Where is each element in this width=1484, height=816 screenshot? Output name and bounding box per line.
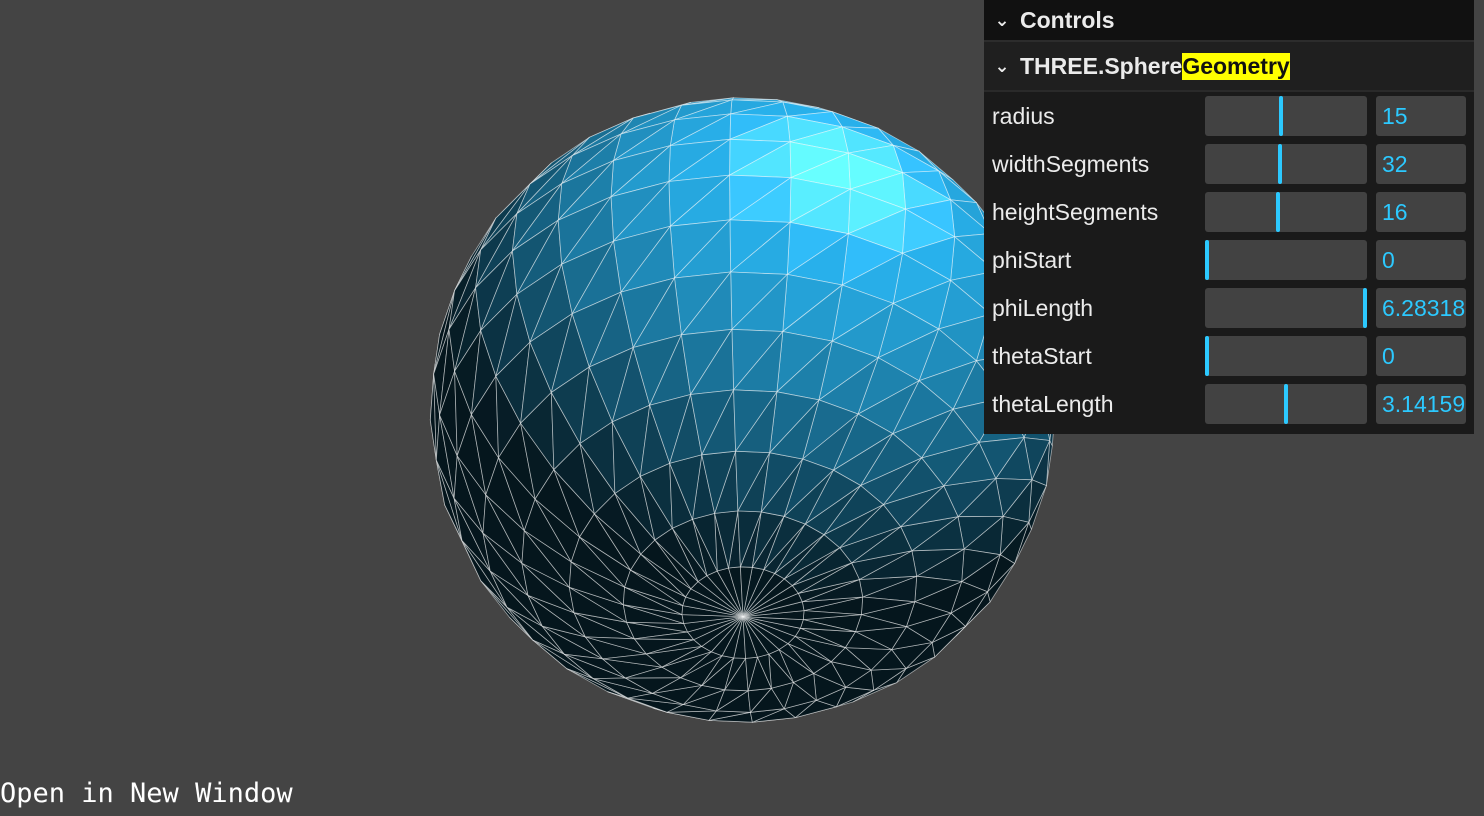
param-label: phiLength (992, 294, 1094, 321)
thetastart-input[interactable] (1376, 336, 1466, 376)
param-label: radius (992, 102, 1055, 129)
controls-title-bar[interactable]: ⌄ Controls (984, 0, 1474, 42)
heightsegments-input[interactable] (1376, 192, 1466, 232)
controls-panel: ⌄ Controls ⌄ THREE.Sphere Geometry radius… (984, 0, 1474, 434)
param-row-heightsegments: heightSegments (984, 188, 1474, 236)
radius-slider[interactable] (1205, 96, 1367, 136)
folder-title-sphere-geometry[interactable]: ⌄ THREE.Sphere Geometry (984, 42, 1474, 92)
controls-title: Controls (1020, 6, 1115, 33)
philength-slider[interactable] (1205, 288, 1367, 328)
param-label: thetaStart (992, 342, 1092, 369)
param-label: thetaLength (992, 390, 1114, 417)
slider-handle[interactable] (1279, 96, 1283, 136)
param-row-thetalength: thetaLength (984, 380, 1474, 428)
widthsegments-slider[interactable] (1205, 144, 1367, 184)
chevron-down-icon: ⌄ (994, 9, 1010, 30)
slider-handle[interactable] (1284, 384, 1288, 424)
heightsegments-slider[interactable] (1205, 192, 1367, 232)
widthsegments-input[interactable] (1376, 144, 1466, 184)
thetastart-slider[interactable] (1205, 336, 1367, 376)
folder-title-highlight: Geometry (1182, 52, 1290, 80)
param-row-widthsegments: widthSegments (984, 140, 1474, 188)
slider-handle[interactable] (1205, 240, 1209, 280)
open-in-new-window-link[interactable]: Open in New Window (0, 778, 293, 809)
param-label: phiStart (992, 246, 1072, 273)
param-row-phistart: phiStart (984, 236, 1474, 284)
param-label: heightSegments (992, 198, 1159, 225)
param-row-radius: radius (984, 92, 1474, 140)
radius-input[interactable] (1376, 96, 1466, 136)
slider-handle[interactable] (1278, 144, 1282, 184)
thetalength-slider[interactable] (1205, 384, 1367, 424)
param-row-thetastart: thetaStart (984, 332, 1474, 380)
slider-handle[interactable] (1363, 288, 1367, 328)
thetalength-input[interactable] (1376, 384, 1466, 424)
phistart-slider[interactable] (1205, 240, 1367, 280)
param-label: widthSegments (992, 150, 1150, 177)
phistart-input[interactable] (1376, 240, 1466, 280)
folder-title-prefix: THREE.Sphere (1020, 52, 1183, 79)
slider-handle[interactable] (1205, 336, 1209, 376)
chevron-down-icon: ⌄ (994, 55, 1010, 76)
param-row-philength: phiLength (984, 284, 1474, 332)
philength-input[interactable] (1376, 288, 1466, 328)
slider-handle[interactable] (1276, 192, 1280, 232)
